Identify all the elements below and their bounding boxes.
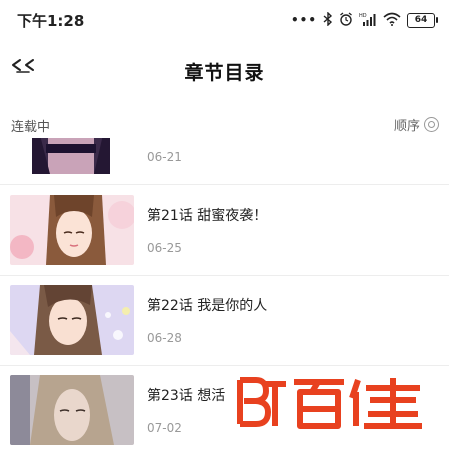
sort-order-icon bbox=[424, 116, 439, 132]
battery-level: 64 bbox=[414, 15, 428, 25]
chapter-title: 第23话 想活 bbox=[147, 388, 226, 404]
chapter-thumbnail bbox=[10, 375, 134, 445]
chapter-date: 06-28 bbox=[147, 331, 182, 345]
chapter-list[interactable]: 06-21 第21话 甜蜜夜袭！ 06-25 第22话 我是你的人 06-28 … bbox=[0, 138, 449, 450]
dots-icon: ••• bbox=[290, 13, 317, 27]
back-button[interactable] bbox=[10, 56, 40, 80]
list-subheader: 连载中 顺序 bbox=[0, 110, 449, 138]
wifi-icon bbox=[383, 12, 401, 29]
sort-order-toggle[interactable]: 顺序 bbox=[394, 113, 439, 135]
serial-status-label: 连载中 bbox=[11, 120, 51, 135]
status-icons: ••• HD 64 bbox=[290, 10, 438, 30]
back-arrow-icon bbox=[11, 58, 39, 78]
chapter-title: 第21话 甜蜜夜袭！ bbox=[147, 208, 268, 224]
battery-icon: 64 bbox=[407, 12, 438, 28]
nav-bar: 章节目录 bbox=[0, 42, 449, 98]
chapter-title: 第22话 我是你的人 bbox=[147, 298, 268, 314]
page-title: 章节目录 bbox=[184, 62, 265, 84]
sort-order-label: 顺序 bbox=[393, 118, 420, 134]
chapter-row[interactable]: 第23话 想活 07-02 bbox=[0, 365, 449, 450]
chapter-thumbnail bbox=[10, 285, 134, 355]
bluetooth-icon bbox=[323, 10, 333, 29]
chapter-date: 06-25 bbox=[147, 241, 182, 255]
hd-signal-icon: HD bbox=[359, 12, 377, 29]
status-time: 下午1:28 bbox=[17, 12, 85, 30]
status-bar: 下午1:28 ••• HD 64 bbox=[0, 0, 449, 40]
chapter-row[interactable]: 第22话 我是你的人 06-28 bbox=[0, 275, 449, 366]
chapter-row[interactable]: 第21话 甜蜜夜袭！ 06-25 bbox=[0, 185, 449, 276]
chapter-thumbnail bbox=[10, 138, 134, 174]
chapter-thumbnail bbox=[10, 195, 134, 265]
chapter-date: 07-02 bbox=[147, 421, 182, 435]
svg-text:HD: HD bbox=[359, 13, 367, 19]
chapter-row[interactable]: 06-21 bbox=[0, 138, 449, 185]
chapter-date: 06-21 bbox=[147, 150, 182, 164]
alarm-icon bbox=[339, 11, 353, 29]
